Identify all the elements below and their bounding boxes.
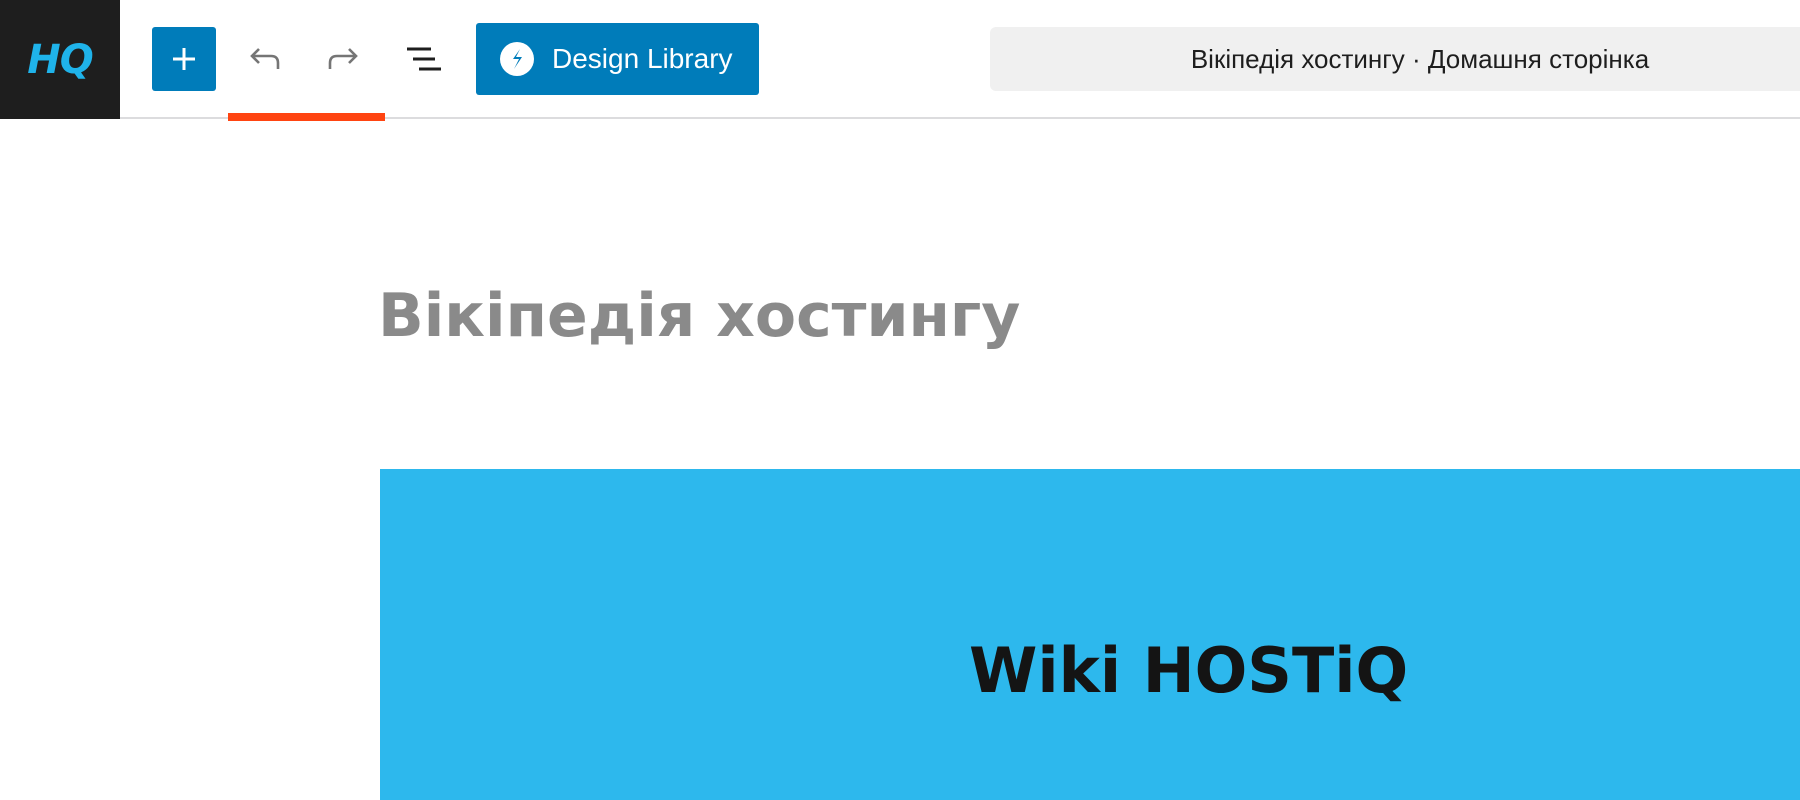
undo-icon bbox=[250, 48, 280, 69]
add-block-button[interactable] bbox=[152, 27, 216, 91]
page-title[interactable]: Вікіпедія хостингу bbox=[378, 281, 1020, 351]
document-title-bar[interactable]: Вікіпедія хостингу · Домашня сторінка bbox=[990, 27, 1800, 91]
site-logo-text: HQ bbox=[27, 36, 93, 83]
redo-button[interactable] bbox=[312, 27, 376, 91]
undo-button[interactable] bbox=[232, 27, 296, 91]
site-logo-button[interactable]: HQ bbox=[0, 0, 120, 119]
design-library-button[interactable]: Design Library bbox=[476, 23, 759, 95]
editor-toolbar: HQ Design Library Вікіпедія хостингу · Д… bbox=[0, 0, 1800, 127]
list-view-icon bbox=[407, 47, 441, 71]
list-view-button[interactable] bbox=[392, 27, 456, 91]
redo-icon bbox=[328, 48, 358, 69]
document-title: Вікіпедія хостингу · Домашня сторінка bbox=[1190, 43, 1650, 74]
hero-block[interactable]: Wiki HOSTiQ bbox=[380, 469, 1800, 800]
editor-canvas: Вікіпедія хостингу Wiki HOSTiQ bbox=[0, 121, 1800, 800]
design-library-label: Design Library bbox=[552, 43, 733, 74]
stackable-logo-icon bbox=[500, 42, 534, 76]
hero-heading[interactable]: Wiki HOSTiQ bbox=[969, 634, 1408, 707]
plus-icon bbox=[173, 48, 195, 70]
